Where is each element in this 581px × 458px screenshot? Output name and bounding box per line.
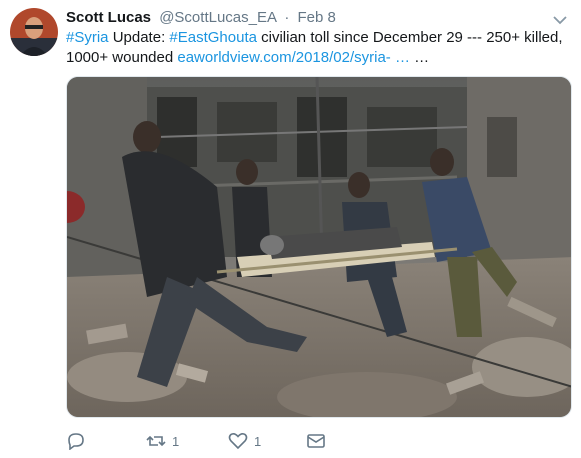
like-count: 1: [254, 433, 262, 449]
retweet-icon: [146, 432, 166, 450]
hashtag-syria[interactable]: #Syria: [66, 29, 109, 46]
reply-button[interactable]: [66, 430, 86, 452]
author-handle[interactable]: @ScottLucas_EA: [159, 9, 276, 26]
chevron-down-icon[interactable]: [553, 12, 567, 25]
tweet-actions: 1 1: [66, 430, 566, 452]
tweet-text: #Syria Update: #EastGhouta civilian toll…: [66, 28, 571, 68]
envelope-icon: [306, 432, 326, 450]
heart-icon: [228, 432, 248, 450]
retweet-button[interactable]: 1: [146, 430, 179, 452]
direct-message-button[interactable]: [306, 430, 326, 452]
tweet-text-ellipsis: …: [409, 49, 430, 66]
tweet-card[interactable]: Scott Lucas @ScottLucas_EA · Feb 8 #Syri…: [0, 0, 581, 458]
tweet-text-part: Update:: [108, 29, 170, 46]
tweet-header: Scott Lucas @ScottLucas_EA · Feb 8: [66, 8, 336, 28]
author-name[interactable]: Scott Lucas: [66, 9, 151, 26]
hashtag-eastghouta[interactable]: #EastGhouta: [169, 29, 257, 46]
reply-icon: [66, 432, 86, 450]
tweet-date[interactable]: Feb 8: [298, 9, 336, 26]
avatar[interactable]: [10, 8, 58, 56]
like-button[interactable]: 1: [228, 430, 261, 452]
tweet-photo[interactable]: [66, 76, 572, 418]
article-link[interactable]: eaworldview.com/2018/02/syria- …: [177, 49, 410, 66]
retweet-count: 1: [172, 433, 180, 449]
separator-dot: ·: [284, 9, 290, 26]
